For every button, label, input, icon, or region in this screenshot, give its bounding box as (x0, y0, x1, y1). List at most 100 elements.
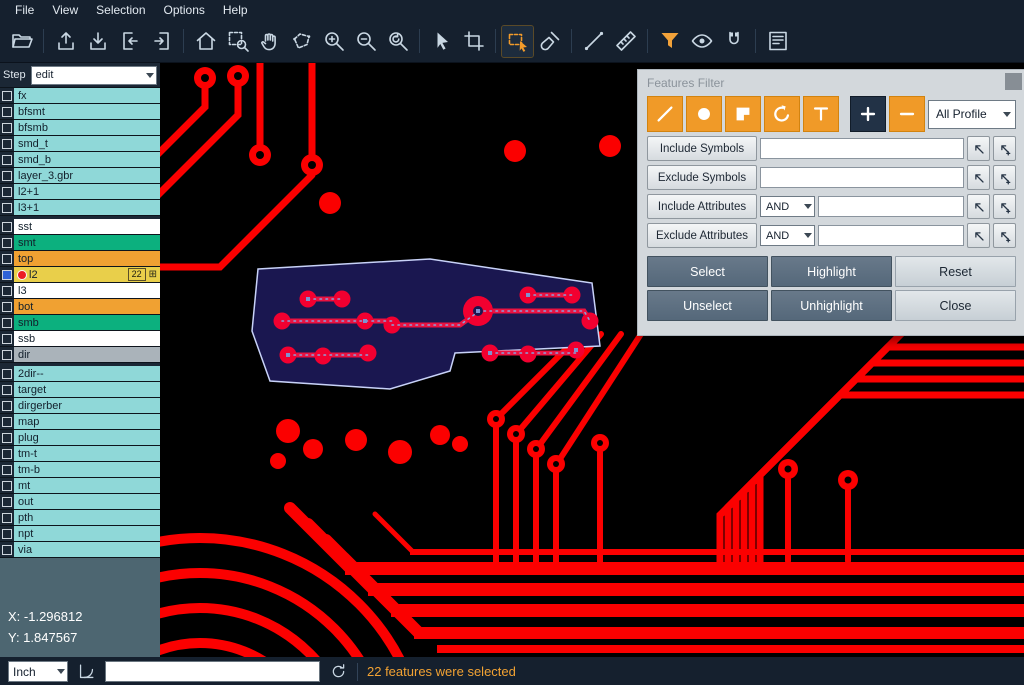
layer-visibility-checkbox[interactable] (0, 494, 14, 509)
snap-button[interactable] (718, 26, 749, 57)
layer-visibility-checkbox[interactable] (0, 251, 14, 266)
unit-select[interactable]: Inch (8, 661, 68, 682)
pick-add-exclude-attribute-button[interactable] (993, 223, 1016, 248)
layer-row[interactable]: bot (0, 299, 160, 315)
zoom-window-button[interactable] (222, 26, 253, 57)
dialog-close-button[interactable] (1005, 73, 1022, 90)
surface-type-button[interactable] (725, 96, 761, 132)
pick-add-include-attribute-button[interactable] (993, 194, 1016, 219)
layer-row[interactable]: bfsmb (0, 120, 160, 136)
layer-row[interactable]: smb (0, 315, 160, 331)
exclude-symbols-button[interactable]: Exclude Symbols (647, 165, 757, 190)
menu-item[interactable]: Selection (87, 1, 154, 19)
pointer-select-button[interactable] (426, 26, 457, 57)
exclude-attributes-operator-select[interactable]: AND (760, 225, 815, 246)
ruler-button[interactable] (610, 26, 641, 57)
pick-include-attribute-button[interactable] (967, 194, 990, 219)
layer-visibility-checkbox[interactable] (0, 478, 14, 493)
features-filter-button[interactable] (654, 26, 685, 57)
highlight-button[interactable]: Highlight (771, 256, 892, 287)
layer-label-cell[interactable]: dir (14, 347, 160, 362)
layer-visibility-checkbox[interactable] (0, 88, 14, 103)
pick-add-exclude-symbol-button[interactable] (993, 165, 1016, 190)
layer-row[interactable]: tm-t (0, 446, 160, 462)
layer-label-cell[interactable]: smb (14, 315, 160, 330)
layer-row[interactable]: l2+1 (0, 184, 160, 200)
layer-label-cell[interactable]: smd_t (14, 136, 160, 151)
pick-exclude-symbol-button[interactable] (967, 165, 990, 190)
layer-row[interactable]: smt (0, 235, 160, 251)
zoom-in-button[interactable] (318, 26, 349, 57)
layer-visibility-checkbox[interactable] (0, 542, 14, 557)
layer-label-cell[interactable]: via (14, 542, 160, 557)
layer-row[interactable]: l3+1 (0, 200, 160, 216)
profile-select[interactable]: All Profile (928, 100, 1016, 129)
layer-label-cell[interactable]: smt (14, 235, 160, 250)
step-select[interactable]: edit (31, 66, 157, 85)
layer-visibility-checkbox[interactable] (0, 120, 14, 135)
text-type-button[interactable] (803, 96, 839, 132)
layer-row[interactable]: mt (0, 478, 160, 494)
refresh-button[interactable] (329, 662, 348, 681)
layer-row[interactable]: npt (0, 526, 160, 542)
pick-exclude-attribute-button[interactable] (967, 223, 990, 248)
layer-label-cell[interactable]: npt (14, 526, 160, 541)
layer-visibility-checkbox[interactable] (0, 347, 14, 362)
layer-label-cell[interactable]: ssb (14, 331, 160, 346)
layer-visibility-checkbox[interactable] (0, 219, 14, 234)
layer-label-cell[interactable]: fx (14, 88, 160, 103)
layer-label-cell[interactable]: bfsmt (14, 104, 160, 119)
pcb-canvas[interactable]: Features Filter All Profile (160, 63, 1024, 657)
layer-row[interactable]: via (0, 542, 160, 558)
view-options-button[interactable] (686, 26, 717, 57)
exclude-symbols-input[interactable] (760, 167, 964, 188)
pad-type-button[interactable] (686, 96, 722, 132)
layer-label-cell[interactable]: tm-b (14, 462, 160, 477)
layer-visibility-checkbox[interactable] (0, 398, 14, 413)
layer-visibility-checkbox[interactable] (0, 235, 14, 250)
layer-label-cell[interactable]: tm-t (14, 446, 160, 461)
layer-label-cell[interactable]: target (14, 382, 160, 397)
layer-row[interactable]: map (0, 414, 160, 430)
layer-visibility-checkbox[interactable] (0, 430, 14, 445)
layer-label-cell[interactable]: map (14, 414, 160, 429)
layer-visibility-checkbox[interactable] (0, 136, 14, 151)
exclude-attributes-button[interactable]: Exclude Attributes (647, 223, 757, 248)
feature-select-button[interactable] (502, 26, 533, 57)
layer-row[interactable]: tm-b (0, 462, 160, 478)
layer-label-cell[interactable]: l2 22 ⊞ (14, 267, 160, 282)
layer-visibility-checkbox[interactable] (0, 510, 14, 525)
layer-row[interactable]: bfsmt (0, 104, 160, 120)
open-button[interactable] (6, 26, 37, 57)
layer-label-cell[interactable]: plug (14, 430, 160, 445)
command-input[interactable] (105, 661, 320, 682)
measure-line-button[interactable] (578, 26, 609, 57)
layer-label-cell[interactable]: sst (14, 219, 160, 234)
layer-visibility-checkbox[interactable] (0, 104, 14, 119)
layer-row[interactable]: fx (0, 88, 160, 104)
layer-visibility-checkbox[interactable] (0, 366, 14, 381)
layer-row[interactable]: top (0, 251, 160, 267)
layer-visibility-checkbox[interactable] (0, 283, 14, 298)
layer-label-cell[interactable]: bfsmb (14, 120, 160, 135)
page-forward-button[interactable] (146, 26, 177, 57)
layer-label-cell[interactable]: bot (14, 299, 160, 314)
angle-mode-button[interactable] (77, 662, 96, 681)
arc-type-button[interactable] (764, 96, 800, 132)
select-button[interactable]: Select (647, 256, 768, 287)
layer-label-cell[interactable]: l2+1 (14, 184, 160, 199)
layer-row[interactable]: 2dir-- (0, 366, 160, 382)
layer-visibility-checkbox[interactable] (0, 267, 14, 282)
layer-row[interactable]: pth (0, 510, 160, 526)
layer-row[interactable]: dirgerber (0, 398, 160, 414)
layer-row[interactable]: l2 22 ⊞ (0, 267, 160, 283)
lasso-select-button[interactable] (286, 26, 317, 57)
page-back-button[interactable] (114, 26, 145, 57)
layer-row[interactable]: plug (0, 430, 160, 446)
layer-label-cell[interactable]: mt (14, 478, 160, 493)
zoom-reset-button[interactable] (382, 26, 413, 57)
include-attributes-operator-select[interactable]: AND (760, 196, 815, 217)
layer-row[interactable]: out (0, 494, 160, 510)
feature-properties-button[interactable] (762, 26, 793, 57)
layer-visibility-checkbox[interactable] (0, 200, 14, 215)
